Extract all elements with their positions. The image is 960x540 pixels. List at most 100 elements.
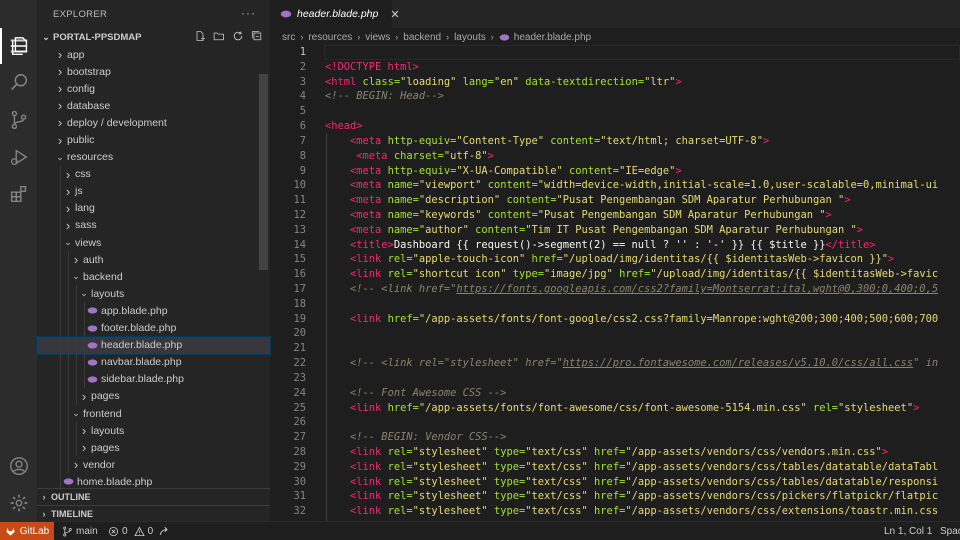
indentation-status[interactable]: Spac xyxy=(940,522,960,540)
file-item[interactable]: footer.blade.php xyxy=(37,319,270,337)
folder-item[interactable]: › js xyxy=(37,182,270,200)
folder-item[interactable]: › bootstrap xyxy=(37,63,270,80)
indent-guide xyxy=(60,182,61,200)
live-share-icon[interactable] xyxy=(158,522,170,540)
folder-item[interactable]: ⌄ frontend xyxy=(37,404,270,423)
folder-item[interactable]: › deploy / development xyxy=(37,114,270,131)
php-file-icon xyxy=(85,323,99,334)
tree-item-label: app.blade.php xyxy=(101,304,168,317)
new-folder-icon[interactable] xyxy=(212,29,226,43)
chevron-down-icon: ⌄ xyxy=(72,271,80,282)
tree-item-label: navbar.blade.php xyxy=(101,356,182,369)
gitlab-status-item[interactable]: GitLab xyxy=(0,522,54,540)
indent-guide xyxy=(84,319,85,337)
code-text[interactable]: <!DOCTYPE html> <html class="loading" lan… xyxy=(325,45,960,521)
indent-guide xyxy=(60,456,61,474)
indent-guide xyxy=(60,216,61,235)
chevron-right-icon: › xyxy=(57,98,63,114)
close-icon[interactable]: ✕ xyxy=(390,8,399,21)
breadcrumb-item[interactable]: layouts xyxy=(454,32,486,43)
indent-guide xyxy=(84,336,85,354)
run-debug-icon[interactable] xyxy=(0,139,37,175)
account-icon[interactable] xyxy=(0,448,37,484)
folder-item[interactable]: › database xyxy=(37,97,270,114)
search-icon[interactable] xyxy=(0,65,37,101)
folder-item[interactable]: › layouts xyxy=(37,422,270,440)
extensions-icon[interactable] xyxy=(0,176,37,212)
indent-guide xyxy=(68,268,69,286)
chevron-right-icon: › xyxy=(57,47,63,63)
code-line: <link rel="stylesheet" type="text/css" h… xyxy=(350,490,939,503)
folder-item[interactable]: ⌄ resources xyxy=(37,149,270,166)
indent-guide xyxy=(76,336,77,354)
php-file-icon xyxy=(85,357,99,368)
code-editor[interactable]: 1 2 3 4 5 6 7 8 9 10 11 12 13 14 15 16 17 18 19 20 21 22 23 24 2… xyxy=(270,45,960,521)
tree-item-label: sidebar.blade.php xyxy=(101,373,184,386)
explorer-icon[interactable] xyxy=(0,28,37,64)
folder-item[interactable]: › auth xyxy=(37,251,270,269)
breadcrumb-item[interactable]: header.blade.php xyxy=(514,32,591,43)
explorer-header: EXPLORER ··· xyxy=(37,0,270,28)
sidebar-scrollbar[interactable] xyxy=(259,74,268,270)
folder-item[interactable]: › sass xyxy=(37,216,270,235)
timeline-section[interactable]: › TIMELINE xyxy=(37,505,270,522)
php-file-icon xyxy=(85,374,99,385)
breadcrumb-item[interactable]: views xyxy=(365,32,390,43)
project-root[interactable]: ⌄ PORTAL-PPSDMAP xyxy=(37,28,270,46)
more-actions-icon[interactable]: ··· xyxy=(241,6,256,20)
tree-item-label: pages xyxy=(91,441,120,454)
chevron-right-icon: › xyxy=(73,252,79,268)
source-control-icon[interactable] xyxy=(0,102,37,138)
breadcrumb-item[interactable]: backend xyxy=(403,32,441,43)
settings-gear-icon[interactable] xyxy=(0,485,37,521)
tree-item-label: footer.blade.php xyxy=(101,322,177,335)
tree-item-label: lang xyxy=(75,202,95,215)
cursor-position[interactable]: Ln 1, Col 1 xyxy=(884,522,932,540)
indent-guide xyxy=(60,353,61,371)
problems-status-item[interactable]: 0 0 xyxy=(108,522,153,540)
folder-item[interactable]: ⌄ backend xyxy=(37,268,270,286)
code-line: <!-- <link href="https://fonts.googleapi… xyxy=(350,283,939,295)
file-item[interactable]: header.blade.php xyxy=(36,335,271,355)
code-line: <meta name="description" content="Pusat … xyxy=(350,194,851,207)
tab-header-blade[interactable]: header.blade.php ✕ xyxy=(270,0,400,28)
folder-item[interactable]: ⌄ views xyxy=(37,234,270,252)
new-file-icon[interactable] xyxy=(193,29,207,43)
line-number: 27 xyxy=(293,431,306,444)
file-item[interactable]: sidebar.blade.php xyxy=(37,370,270,388)
indent-guide xyxy=(76,302,77,320)
code-line: <meta name="keywords" content="Pusat Pen… xyxy=(350,208,832,221)
code-line: <!-- BEGIN: Head--> xyxy=(325,90,444,103)
folder-item[interactable]: › vendor xyxy=(37,456,270,474)
tree-item-label: pages xyxy=(91,390,120,403)
collapse-all-icon[interactable] xyxy=(250,29,264,43)
breadcrumb-item[interactable]: src xyxy=(282,32,295,43)
indent-guide xyxy=(76,353,77,371)
git-branch-icon xyxy=(62,526,73,537)
indent-guide xyxy=(60,285,61,303)
outline-section[interactable]: › OUTLINE xyxy=(37,488,270,505)
file-item[interactable]: app.blade.php xyxy=(37,302,270,320)
folder-item[interactable]: › pages xyxy=(37,387,270,405)
gitlab-icon xyxy=(5,526,16,537)
chevron-right-icon: › xyxy=(65,217,71,233)
branch-status-item[interactable]: main xyxy=(62,522,98,540)
chevron-right-icon: › xyxy=(446,32,450,42)
chevron-right-icon: › xyxy=(357,32,361,42)
folder-item[interactable]: › css xyxy=(37,165,270,183)
folder-item[interactable]: › pages xyxy=(37,439,270,457)
folder-item[interactable]: › public xyxy=(37,131,270,148)
tree-item-label: app xyxy=(67,48,85,61)
folder-item[interactable]: › config xyxy=(37,80,270,97)
file-item[interactable]: navbar.blade.php xyxy=(37,353,270,371)
folder-item[interactable]: › lang xyxy=(37,199,270,217)
folder-item[interactable]: ⌄ layouts xyxy=(37,285,270,303)
tree-item-label: css xyxy=(75,168,91,181)
folder-item[interactable]: › app xyxy=(37,46,270,63)
indent-guide xyxy=(68,370,69,388)
explorer-title: EXPLORER xyxy=(53,8,108,20)
refresh-icon[interactable] xyxy=(231,29,245,43)
breadcrumb-item[interactable]: resources xyxy=(308,32,352,43)
indent-guide xyxy=(60,234,61,252)
